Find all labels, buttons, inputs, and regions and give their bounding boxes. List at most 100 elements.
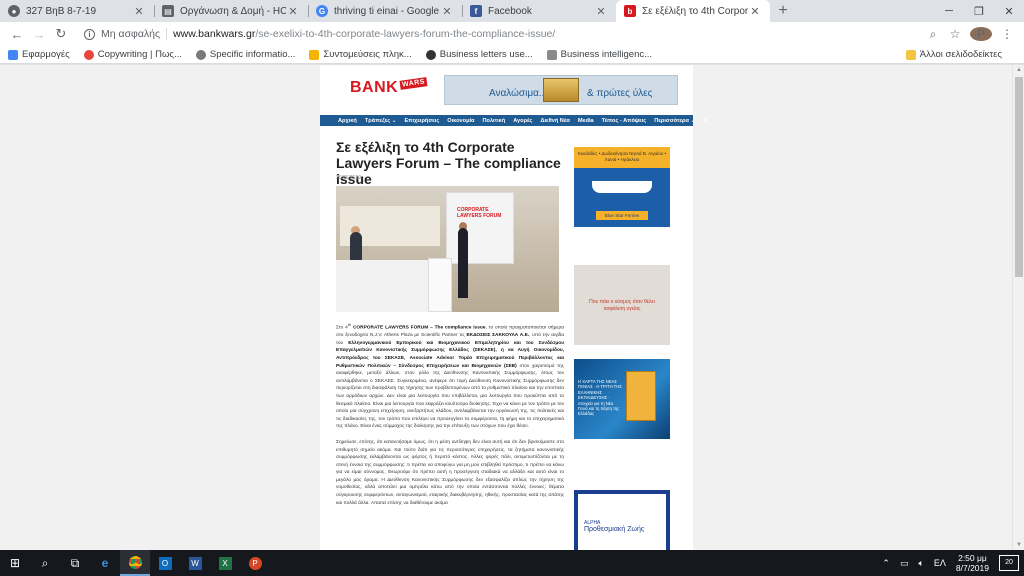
photo-screen: CORPORATE LAWYERS FORUM (446, 192, 514, 264)
globe-icon: ● (8, 5, 20, 17)
restore-icon[interactable]: ❐ (964, 0, 994, 22)
nav-item[interactable]: Περισσότερα ⌄ (654, 118, 695, 124)
main-navigation: Αρχική Τράπεζες ⌄ Επιχειρήσεις Οικονομία… (320, 115, 707, 126)
windows-start-icon[interactable]: ⊞ (0, 550, 30, 576)
search-icon[interactable]: ⌕ (30, 550, 60, 576)
star-icon[interactable]: ☆ (944, 27, 966, 41)
insurance-ad[interactable]: Που πάει ο κόσμος όταν θέλει ασφάλιση υγ… (574, 265, 670, 345)
url-path: /se-exelixi-to-4th-corporate-lawyers-for… (255, 28, 556, 40)
folder-icon (905, 49, 916, 60)
alpha-bank-ad[interactable]: ALPHA Προθεσμιακή Ζωής (574, 490, 670, 550)
browser-toolbar: ← → ↻ i Μη ασφαλής www.bankwars.gr/se-ex… (0, 22, 1024, 46)
reload-icon[interactable]: ↻ (50, 26, 72, 42)
close-window-icon[interactable]: ✕ (994, 0, 1024, 22)
address-bar[interactable]: i Μη ασφαλής www.bankwars.gr/se-exelixi-… (78, 24, 922, 44)
back-icon[interactable]: ← (6, 27, 28, 42)
nav-item[interactable]: Τύπος - Απόψεις (602, 118, 647, 124)
powerpoint-icon[interactable]: P (240, 550, 270, 576)
new-tab-button[interactable]: + (770, 0, 796, 22)
tab-strip: ● 327 ΒηΒ 8-7-19 ✕ ▤ Οργάνωση & Δομή - H… (0, 0, 1024, 22)
photo-table (336, 260, 432, 312)
close-icon[interactable]: ✕ (594, 5, 608, 18)
language-indicator[interactable]: ΕΛ (934, 558, 946, 568)
info-icon[interactable]: i (84, 28, 95, 40)
tab-4[interactable]: b Σε εξέλιξη το 4th Corporate Lawy ✕ (616, 0, 770, 22)
tab-2[interactable]: G thriving ti einai - Google Search ✕ (308, 0, 462, 22)
outlook-icon[interactable]: O (150, 550, 180, 576)
tab-1[interactable]: ▤ Οργάνωση & Δομή - HCMC ✕ (154, 0, 308, 22)
nav-item[interactable]: Επιχειρήσεις (404, 118, 439, 124)
clock[interactable]: 2:50 μμ 8/7/2019 (956, 553, 989, 573)
task-view-icon[interactable]: ⧉ (60, 550, 90, 576)
forward-icon[interactable]: → (28, 27, 50, 42)
tab-title: 327 ΒηΒ 8-7-19 (26, 5, 97, 17)
excel-icon[interactable]: X (210, 550, 240, 576)
nav-item[interactable]: Αγορές (513, 118, 532, 124)
windows-taskbar: ⊞ ⌕ ⧉ e O W X P ⌃ ▭ 🔈︎ ΕΛ 2:50 μμ 8/7/201… (0, 550, 1024, 576)
photo-speaker (458, 228, 468, 298)
nav-item[interactable]: Οικονομία (447, 118, 474, 124)
site-container: BANK WARS Αναλώσιμα... & πρώτες ύλες Αρχι… (320, 65, 707, 550)
bookmarks-bar: Εφαρμογές Copywriting | Πως... Specific … (0, 46, 1024, 64)
chevron-up-icon[interactable]: ⌃ (882, 558, 890, 569)
other-bookmarks[interactable]: Άλλοι σελιδοδείκτες (905, 49, 1002, 60)
bookmark-apps[interactable]: Εφαρμογές (8, 49, 70, 60)
bookmark-icon (425, 49, 436, 60)
ad-text: Που πάει ο κόσμος όταν θέλει ασφάλιση υγ… (589, 299, 655, 312)
nav-item[interactable]: Πολιτική (482, 118, 505, 124)
nav-item[interactable]: Αρχική (338, 118, 357, 124)
tab-3[interactable]: f Facebook ✕ (462, 0, 616, 22)
tab-title: Σε εξέλιξη το 4th Corporate Lawy (642, 5, 748, 17)
nav-item[interactable]: Τράπεζες ⌄ (365, 118, 397, 124)
tab-0[interactable]: ● 327 ΒηΒ 8-7-19 ✕ (0, 0, 154, 22)
menu-icon[interactable]: ⋮ (996, 27, 1018, 41)
header-banner-ad[interactable]: Αναλώσιμα... & πρώτες ύλες (444, 75, 678, 105)
close-icon[interactable]: ✕ (286, 5, 300, 18)
google-icon: G (316, 5, 328, 17)
scroll-up-icon[interactable]: ▲ (1013, 65, 1024, 75)
book-cover-image (626, 371, 656, 421)
notification-icon[interactable]: 20 (999, 555, 1019, 571)
close-icon[interactable]: ✕ (132, 5, 146, 18)
search-icon[interactable]: ⌕ (922, 27, 944, 42)
banner-text: Αναλώσιμα... (489, 88, 548, 99)
bookmark-1[interactable]: Copywriting | Πως... (83, 49, 182, 60)
photo-screen-text: CORPORATE LAWYERS FORUM (457, 207, 502, 219)
scroll-thumb[interactable] (1015, 77, 1023, 277)
close-icon[interactable]: ✕ (748, 5, 762, 18)
page-scrollbar[interactable]: ▲ ▼ (1012, 65, 1024, 550)
ad-frame: ALPHA Προθεσμιακή Ζωής (578, 494, 666, 550)
avatar[interactable]: P (970, 27, 992, 41)
ad-logo: Blue Star Ferries (596, 211, 648, 220)
scroll-down-icon[interactable]: ▼ (1013, 540, 1024, 550)
word-icon[interactable]: W (180, 550, 210, 576)
photo-person (350, 232, 362, 260)
nav-item[interactable]: Media (578, 118, 594, 124)
clock-time: 2:50 μμ (958, 553, 987, 563)
bookmark-2[interactable]: Specific informatio... (195, 49, 295, 60)
close-icon[interactable]: ✕ (440, 5, 454, 18)
minimize-icon[interactable]: ─ (934, 0, 964, 22)
bookmark-5[interactable]: Business intelligenc... (546, 49, 652, 60)
window-controls: ─ ❐ ✕ (934, 0, 1024, 22)
bookmark-icon (195, 49, 206, 60)
toolbar-right: ⌕ ☆ P ⋮ (922, 27, 1018, 42)
volume-icon[interactable]: 🔈︎ (918, 558, 923, 569)
edge-icon[interactable]: e (90, 550, 120, 576)
network-icon[interactable]: ▭ (900, 558, 909, 569)
clock-date: 8/7/2019 (955, 563, 989, 573)
url-host: www.bankwars.gr (173, 28, 256, 40)
article-title: Σε εξέλιξη το 4th Corporate Lawyers Foru… (336, 139, 561, 187)
article-photo: CORPORATE LAWYERS FORUM (336, 186, 559, 312)
site-logo[interactable]: BANK WARS (350, 77, 428, 97)
ferry-ad[interactable]: Κυκλάδες • Δωδεκάνησα Νησιά Β. Αιγαίου •… (574, 147, 670, 227)
book-ad[interactable]: Η ΧΑΡΤΑ ΤΗΣ ΝΕΑΣ ΓΕΝΙΑΣ · Η ΤΡΙΤΗ ΤΗΣ ΕΛ… (574, 359, 670, 439)
search-icon[interactable]: ⌕ (703, 117, 707, 125)
nav-item[interactable]: Διεθνή Νέα (540, 118, 569, 124)
divider (166, 28, 168, 40)
ad-text: Κυκλάδες • Δωδεκάνησα Νησιά Β. Αιγαίου •… (577, 151, 667, 162)
gold-bar-image (543, 78, 579, 102)
bookmark-4[interactable]: Business letters use... (425, 49, 533, 60)
chrome-icon[interactable] (120, 550, 150, 576)
bookmark-3[interactable]: Συντομεύσεις πληκ... (309, 49, 412, 60)
